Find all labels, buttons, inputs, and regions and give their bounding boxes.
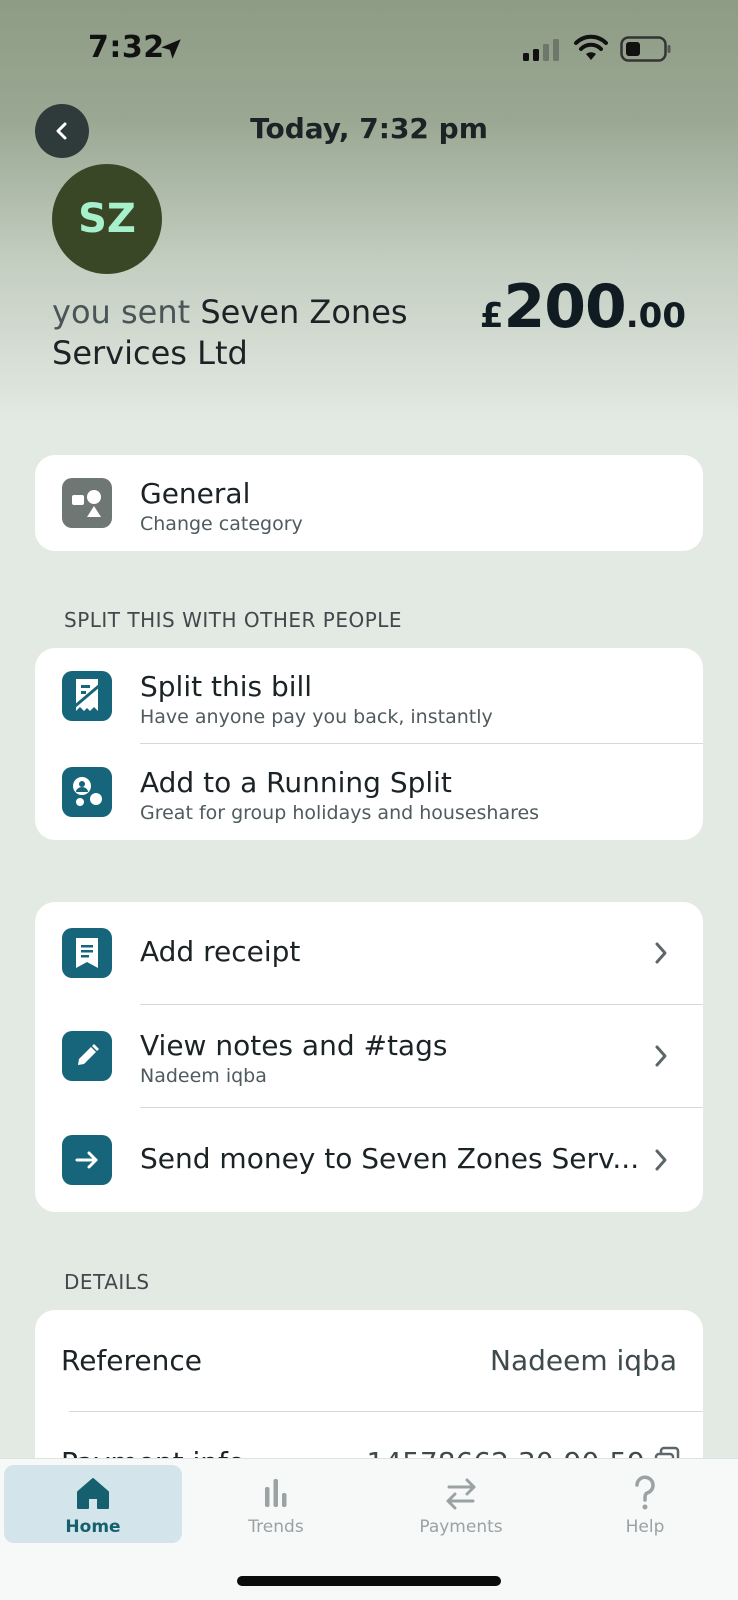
tab-trends[interactable]: Trends [187, 1465, 365, 1543]
tab-help[interactable]: Help [556, 1465, 734, 1543]
bar-chart-icon [265, 1479, 287, 1507]
avatar-initials: SZ [78, 196, 136, 242]
reference-value: Nadeem iqba [490, 1344, 677, 1377]
reference-row: Reference Nadeem iqba [35, 1310, 703, 1412]
pencil-icon [62, 1031, 112, 1081]
split-card: Split this bill Have anyone pay you back… [35, 648, 703, 840]
actions-card: Add receipt View notes and #tags Nadeem … [35, 902, 703, 1212]
split-section-label: SPLIT THIS WITH OTHER PEOPLE [64, 608, 403, 632]
category-card[interactable]: General Change category [35, 455, 703, 551]
cellular-signal-icon [523, 39, 559, 61]
notes-tags-subtitle: Nadeem iqba [140, 1065, 267, 1087]
split-bill-subtitle: Have anyone pay you back, instantly [140, 706, 493, 728]
reference-label: Reference [61, 1344, 202, 1377]
split-bill-row[interactable]: Split this bill Have anyone pay you back… [35, 648, 703, 744]
amount-major: 200 [503, 272, 627, 342]
shapes-icon [62, 478, 112, 528]
receipt-icon [62, 928, 112, 978]
page-title: Today, 7:32 pm [250, 112, 488, 145]
notes-tags-title: View notes and #tags [140, 1029, 448, 1062]
amount-currency: £ [479, 296, 504, 336]
amount-minor: .00 [625, 296, 686, 336]
home-icon [77, 1478, 109, 1509]
notes-tags-row[interactable]: View notes and #tags Nadeem iqba [35, 1005, 703, 1108]
home-indicator [237, 1576, 501, 1586]
details-section-label: DETAILS [64, 1270, 150, 1294]
receipt-split-icon [62, 671, 112, 721]
category-subtitle: Change category [140, 513, 303, 535]
transaction-amount: £ 200 .00 [480, 272, 686, 342]
tab-home[interactable]: Home [4, 1465, 182, 1543]
running-split-row[interactable]: Add to a Running Split Great for group h… [35, 744, 703, 840]
location-arrow-icon [161, 39, 181, 59]
chevron-right-icon [655, 942, 667, 964]
status-bar: 7:32 [0, 0, 738, 100]
chevron-right-icon [655, 1149, 667, 1171]
send-money-title: Send money to Seven Zones Serv... [140, 1142, 640, 1175]
add-receipt-row[interactable]: Add receipt [35, 902, 703, 1005]
transfer-arrows-icon [446, 1478, 476, 1510]
battery-icon [620, 36, 671, 62]
arrow-right-icon [62, 1135, 112, 1185]
transaction-description: you sent Seven Zones Services Ltd [52, 292, 452, 374]
wifi-icon [574, 34, 608, 60]
running-split-subtitle: Great for group holidays and houseshares [140, 802, 540, 824]
category-title: General [140, 477, 251, 510]
merchant-avatar: SZ [52, 164, 162, 274]
tab-trends-label: Trends [248, 1517, 304, 1537]
status-time: 7:32 [88, 30, 165, 65]
chevron-right-icon [655, 1045, 667, 1067]
send-money-row[interactable]: Send money to Seven Zones Serv... [35, 1108, 703, 1212]
tab-home-label: Home [65, 1517, 121, 1537]
add-receipt-title: Add receipt [140, 935, 301, 968]
category-row[interactable]: General Change category [35, 455, 703, 551]
tab-payments[interactable]: Payments [372, 1465, 550, 1543]
question-mark-icon [635, 1475, 655, 1510]
sent-prefix: you sent [52, 293, 201, 331]
group-icon [62, 767, 112, 817]
tab-payments-label: Payments [419, 1517, 503, 1537]
tab-help-label: Help [625, 1517, 665, 1537]
running-split-title: Add to a Running Split [140, 766, 452, 799]
split-bill-title: Split this bill [140, 670, 313, 703]
